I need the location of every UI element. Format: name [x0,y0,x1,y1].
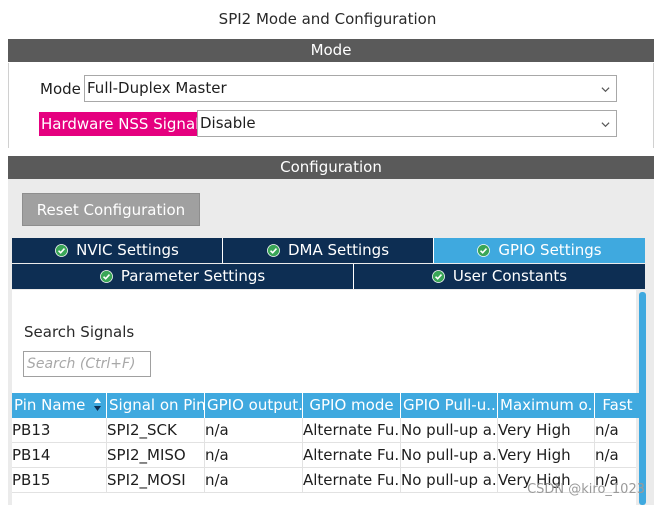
column-header-signal-on-pin[interactable]: Signal on Pin [107,393,205,418]
check-circle-icon [431,270,445,283]
cell-signal: SPI2_MOSI [107,468,205,493]
cell-fast-mode: n/a [595,421,619,439]
vertical-scrollbar[interactable] [639,292,646,505]
cell-max-speed: Very High [498,418,595,443]
check-circle-icon [477,244,491,257]
tab-parameter-settings[interactable]: Parameter Settings [12,264,354,289]
cell-pin-name: PB14 [12,443,107,468]
tab-label: User Constants [452,267,568,285]
cell-gpio-output: n/a [205,443,303,468]
mode-select-value: Full-Duplex Master [87,79,227,97]
mode-select[interactable]: Full-Duplex Master [84,75,617,102]
tab-gpio-settings[interactable]: GPIO Settings [434,238,645,263]
mode-label: Mode [40,80,81,98]
cell-gpio-mode: Alternate Fu... [303,418,401,443]
tab-label: GPIO Settings [498,241,602,259]
search-input[interactable] [23,351,151,377]
cell-signal: SPI2_SCK [107,418,205,443]
table-row[interactable]: PB13 SPI2_SCK n/a Alternate Fu... No pul… [12,418,636,443]
chevron-down-icon [601,87,610,93]
check-circle-icon [267,244,280,257]
cell-fast-mode: n/a [595,446,619,464]
configuration-section-header: Configuration [8,156,654,179]
reset-configuration-button[interactable]: Reset Configuration [22,193,200,226]
tab-user-constants[interactable]: User Constants [354,264,645,289]
chevron-down-icon [601,122,610,128]
column-header-gpio-output[interactable]: GPIO output... [205,393,303,418]
window-title: SPI2 Mode and Configuration [218,10,437,28]
hardware-nss-label: Hardware NSS Signal [39,112,202,136]
tab-label: DMA Settings [287,241,390,259]
tab-label: Parameter Settings [120,267,266,285]
cell-gpio-mode: Alternate Fu... [303,468,401,493]
cell-gpio-pull: No pull-up a... [401,468,498,493]
nss-select-value: Disable [200,114,256,132]
column-header-gpio-mode[interactable]: GPIO mode [303,393,401,418]
check-circle-icon [55,244,69,257]
column-header-gpio-pull[interactable]: GPIO Pull-u... [401,393,498,418]
check-circle-icon [99,270,113,283]
table-row[interactable]: PB14 SPI2_MISO n/a Alternate Fu... No pu… [12,443,636,468]
cell-gpio-output: n/a [205,418,303,443]
cell-gpio-pull: No pull-up a... [401,418,498,443]
cell-pin-name: PB15 [12,468,107,493]
column-header-maximum-output-speed[interactable]: Maximum o... [498,393,595,418]
nss-select[interactable]: Disable [197,110,617,137]
cell-pin-name: PB13 [12,418,107,443]
cell-gpio-mode: Alternate Fu... [303,443,401,468]
tab-nvic-settings[interactable]: NVIC Settings [12,238,223,263]
cell-max-speed: Very High [498,443,595,468]
tab-dma-settings[interactable]: DMA Settings [223,238,434,263]
sort-icon [94,398,101,411]
search-signals-label: Search Signals [24,323,135,341]
column-header-pin-name[interactable]: Pin Name [12,393,107,418]
watermark: CSDN @kiro_1023 [527,482,645,497]
tab-label: NVIC Settings [76,241,179,259]
cell-gpio-output: n/a [205,468,303,493]
mode-section-header: Mode [8,39,654,62]
column-header-fast-mode[interactable]: Fast [595,393,640,418]
cell-signal: SPI2_MISO [107,443,205,468]
cell-gpio-pull: No pull-up a... [401,443,498,468]
